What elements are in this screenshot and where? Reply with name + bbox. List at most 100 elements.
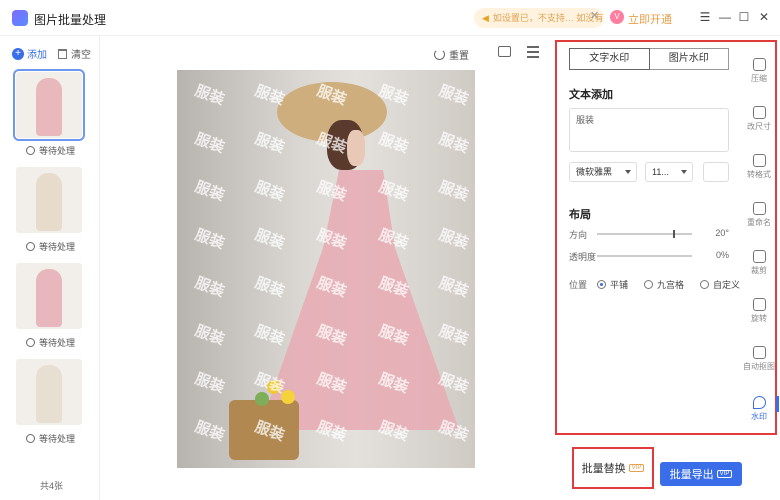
preview-image: 服装 服装 服装 服装 服装 服装 服装 服装 服装 服装 服装 服装 服装 服装 服装 服装 服装 服装 服装 服装… bbox=[177, 70, 475, 468]
font-size-select[interactable]: 11... bbox=[645, 162, 693, 182]
thumbnail-figure bbox=[36, 78, 62, 136]
slider-handle[interactable] bbox=[673, 230, 675, 238]
option-label: 自定义 bbox=[713, 280, 741, 290]
thumbnail-status: 等待处理 bbox=[26, 432, 75, 445]
thumbnail-4[interactable] bbox=[16, 359, 82, 425]
plus-icon: + bbox=[12, 47, 24, 60]
radio-icon bbox=[700, 280, 710, 289]
speaker-icon: ◀ bbox=[482, 13, 489, 23]
watermark-text: 服装 bbox=[192, 226, 227, 253]
tool-crop[interactable]: 裁剪 bbox=[741, 250, 777, 276]
opacity-slider[interactable] bbox=[597, 255, 692, 257]
total-count: 共4张 bbox=[40, 481, 64, 491]
chevron-down-icon bbox=[625, 170, 631, 174]
thumbnail-status: 等待处理 bbox=[26, 336, 75, 349]
font-family-select[interactable]: 微软雅黑 bbox=[569, 162, 637, 182]
clock-icon bbox=[26, 434, 35, 443]
clock-icon bbox=[26, 146, 35, 155]
watermark-text: 服装 bbox=[436, 322, 471, 349]
maximize-icon[interactable]: ☐ bbox=[737, 10, 751, 24]
tool-rename[interactable]: 重命名 bbox=[741, 202, 777, 228]
trash-icon bbox=[58, 48, 67, 59]
batch-export-button[interactable]: 批量导出 VIP bbox=[660, 462, 742, 486]
photo-face bbox=[347, 130, 365, 166]
rotate-icon bbox=[752, 298, 766, 311]
opacity-label: 透明度 bbox=[569, 252, 597, 262]
font-size-value: 11... bbox=[652, 167, 669, 177]
status-text: 等待处理 bbox=[39, 242, 76, 252]
reset-button[interactable]: 重置 bbox=[434, 47, 469, 62]
image-view-icon[interactable] bbox=[498, 46, 511, 57]
tool-convert[interactable]: 转格式 bbox=[741, 154, 777, 180]
watermark-text: 服装 bbox=[192, 418, 227, 445]
opacity-value: 0% bbox=[715, 250, 729, 260]
radio-icon bbox=[597, 280, 607, 289]
watermark-text: 服装 bbox=[252, 178, 287, 205]
position-option-grid[interactable]: 九宫格 bbox=[644, 278, 684, 291]
export-label: 批量导出 bbox=[669, 469, 714, 481]
watermark-text: 服装 bbox=[192, 178, 227, 205]
layout-section-title: 布局 bbox=[569, 209, 591, 221]
position-option-custom[interactable]: 自定义 bbox=[700, 278, 740, 291]
vip-tag: VIP bbox=[716, 470, 733, 478]
clear-button[interactable]: 清空 bbox=[58, 46, 91, 61]
chevron-down-icon bbox=[681, 170, 687, 174]
add-button[interactable]: + 添加 bbox=[12, 46, 47, 61]
crop-icon bbox=[752, 250, 766, 263]
tool-watermark[interactable]: 水印 bbox=[741, 396, 777, 422]
reset-icon bbox=[434, 49, 445, 60]
tool-rotate[interactable]: 旋转 bbox=[741, 298, 777, 324]
notice-banner[interactable]: ◀如设置已，不支持… 如没有支持 bbox=[474, 8, 604, 28]
tab-text-watermark[interactable]: 文字水印 bbox=[569, 48, 650, 70]
position-option-tile[interactable]: 平铺 bbox=[597, 278, 628, 291]
resize-icon bbox=[752, 106, 766, 119]
batch-replace-button[interactable]: 批量替换 VIP bbox=[572, 447, 654, 489]
direction-slider[interactable] bbox=[597, 230, 692, 238]
thumbnail-3[interactable] bbox=[16, 263, 82, 329]
vip-tag: VIP bbox=[628, 464, 645, 472]
tool-label: 水印 bbox=[751, 412, 767, 421]
vip-badge-icon: V bbox=[610, 10, 624, 24]
tool-cutout[interactable]: 自动抠图 bbox=[741, 346, 777, 372]
watermark-text: 服装 bbox=[252, 274, 287, 301]
watermark-text: 服装 bbox=[192, 130, 227, 157]
watermark-text: 服装 bbox=[252, 130, 287, 157]
tool-compress[interactable]: 压缩 bbox=[741, 58, 777, 84]
image-icon bbox=[752, 58, 766, 71]
font-color-picker[interactable] bbox=[703, 162, 729, 182]
watermark-text: 服装 bbox=[436, 226, 471, 253]
status-text: 等待处理 bbox=[39, 338, 76, 348]
tab-image-watermark[interactable]: 图片水印 bbox=[649, 48, 729, 70]
tool-label: 旋转 bbox=[751, 314, 767, 323]
minimize-icon[interactable]: — bbox=[718, 10, 732, 24]
direction-value: 20° bbox=[715, 228, 729, 238]
thumbnail-2[interactable] bbox=[16, 167, 82, 233]
title-bar: 图片批量处理 ◀如设置已，不支持… 如没有支持 ✕ V 立即开通 ☰ — ☐ ✕ bbox=[0, 0, 780, 36]
add-label: 添加 bbox=[27, 50, 47, 61]
close-icon[interactable]: ✕ bbox=[757, 10, 771, 24]
tool-label: 重命名 bbox=[747, 218, 771, 227]
watermark-icon bbox=[752, 396, 766, 409]
clock-icon bbox=[26, 242, 35, 251]
thumbnail-figure bbox=[36, 269, 62, 327]
menu-icon[interactable]: ☰ bbox=[698, 10, 712, 24]
app-title: 图片批量处理 bbox=[34, 13, 107, 27]
tool-label: 转格式 bbox=[747, 170, 771, 179]
watermark-text-input[interactable]: 服装 bbox=[569, 108, 729, 152]
watermark-text: 服装 bbox=[192, 370, 227, 397]
thumbnail-1[interactable] bbox=[13, 69, 85, 141]
open-vip-link[interactable]: 立即开通 bbox=[628, 11, 672, 27]
tool-label: 自动抠图 bbox=[743, 362, 775, 371]
watermark-settings-panel: 文字水印 图片水印 文本添加 服装 微软雅黑 11... 布局 方向 20° 透… bbox=[555, 40, 777, 435]
tool-resize[interactable]: 改尺寸 bbox=[741, 106, 777, 132]
option-label: 平铺 bbox=[610, 280, 629, 290]
thumbnail-status: 等待处理 bbox=[26, 144, 75, 157]
notice-close-icon[interactable]: ✕ bbox=[590, 9, 599, 22]
radio-icon bbox=[644, 280, 654, 289]
text-section-title: 文本添加 bbox=[569, 89, 613, 101]
tool-label: 压缩 bbox=[751, 74, 767, 83]
watermark-text: 服装 bbox=[192, 322, 227, 349]
reset-label: 重置 bbox=[449, 51, 469, 62]
status-text: 等待处理 bbox=[39, 434, 76, 444]
list-view-icon[interactable] bbox=[527, 46, 539, 58]
